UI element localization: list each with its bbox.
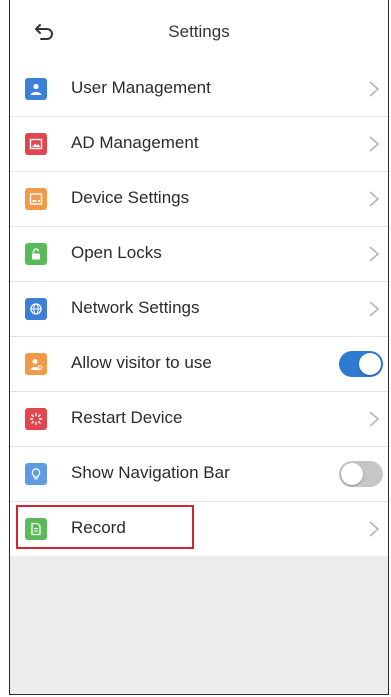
item-label: Record — [71, 518, 126, 537]
settings-item-restart-device[interactable]: Restart Device — [10, 392, 388, 447]
settings-item-record[interactable]: Record — [10, 502, 388, 556]
item-label: Restart Device — [71, 408, 183, 427]
item-label: Open Locks — [71, 243, 162, 262]
device-icon — [25, 188, 47, 210]
settings-item-device-settings[interactable]: Device Settings — [10, 172, 388, 227]
chevron-right-icon — [369, 301, 380, 317]
chevron-right-icon — [369, 136, 380, 152]
settings-item-open-locks[interactable]: Open Locks — [10, 227, 388, 282]
globe-icon — [25, 298, 47, 320]
chevron-right-icon — [369, 521, 380, 537]
toggle-knob — [341, 463, 363, 485]
header-bar: Settings — [10, 0, 388, 63]
user-icon — [25, 78, 47, 100]
ad-image-icon — [25, 133, 47, 155]
item-label: Allow visitor to use — [71, 353, 212, 372]
settings-item-ad-management[interactable]: AD Management — [10, 117, 388, 172]
settings-item-user-management[interactable]: User Management — [10, 62, 388, 117]
item-label: Network Settings — [71, 298, 200, 317]
restart-icon — [25, 408, 47, 430]
settings-screen: Settings User Management AD Management D… — [9, 0, 389, 695]
item-label: User Management — [71, 78, 211, 97]
show-navigation-bar-toggle[interactable] — [339, 461, 383, 487]
visitor-icon — [25, 353, 47, 375]
chevron-right-icon — [369, 81, 380, 97]
lock-icon — [25, 243, 47, 265]
allow-visitor-toggle[interactable] — [339, 351, 383, 377]
item-label: Show Navigation Bar — [71, 463, 230, 482]
item-label: Device Settings — [71, 188, 190, 207]
settings-item-show-navigation-bar: Show Navigation Bar — [10, 447, 388, 502]
toggle-knob — [359, 353, 381, 375]
bulb-icon — [25, 463, 47, 485]
chevron-right-icon — [369, 411, 380, 427]
record-icon — [25, 518, 47, 540]
settings-item-allow-visitor: Allow visitor to use — [10, 337, 388, 392]
settings-item-network-settings[interactable]: Network Settings — [10, 282, 388, 337]
chevron-right-icon — [369, 191, 380, 207]
item-label: AD Management — [71, 133, 199, 152]
chevron-right-icon — [369, 246, 380, 262]
settings-list: User Management AD Management Device Set… — [10, 62, 388, 556]
page-title: Settings — [168, 22, 230, 41]
